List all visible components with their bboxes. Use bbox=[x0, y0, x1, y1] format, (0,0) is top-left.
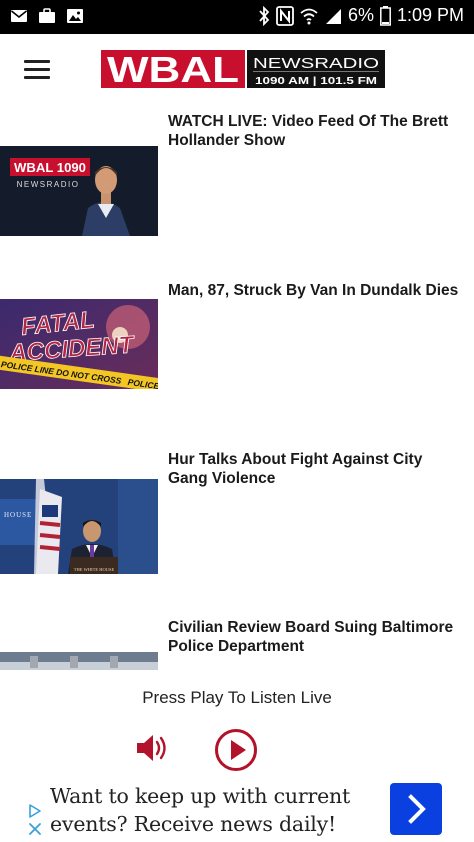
article-thumbnail[interactable]: FATAL ACCIDENT POLICE LINE DO NOT CROSS … bbox=[0, 299, 158, 389]
logo-line1: NEWSRADIO bbox=[253, 55, 379, 72]
thumb-badge: WBAL 1090 bbox=[14, 160, 86, 175]
article-headline[interactable]: Man, 87, Struck By Van In Dundalk Dies bbox=[168, 281, 464, 300]
article-item[interactable]: Hur Talks About Fight Against City Gang … bbox=[0, 444, 474, 584]
article-thumbnail[interactable]: HOUSE THE WHITE HOUSE bbox=[0, 479, 158, 574]
logo-brand: WBAL bbox=[107, 49, 239, 90]
ad-choices-icon[interactable] bbox=[28, 804, 42, 818]
wbal-newsradio-logo: WBAL NEWSRADIO 1090 AM | 101.5 FM bbox=[101, 49, 385, 90]
status-bar: 6% 1:09 PM bbox=[0, 0, 474, 34]
ad-text[interactable]: Want to keep up with current events? Rec… bbox=[50, 782, 380, 838]
live-player: Press Play To Listen Live bbox=[0, 670, 474, 778]
image-icon bbox=[67, 9, 83, 23]
play-label: Press Play To Listen Live bbox=[142, 688, 332, 707]
ad-cta-button[interactable] bbox=[390, 783, 442, 835]
wifi-icon bbox=[300, 8, 318, 24]
ad-banner[interactable]: Want to keep up with current events? Rec… bbox=[0, 778, 474, 842]
nfc-icon bbox=[276, 5, 294, 26]
ad-close-icon[interactable] bbox=[28, 822, 42, 836]
bluetooth-icon bbox=[259, 5, 270, 26]
article-headline[interactable]: Civilian Review Board Suing Baltimore Po… bbox=[168, 618, 464, 656]
news-feed: WATCH LIVE: Video Feed Of The Brett Holl… bbox=[0, 104, 474, 670]
volume-icon[interactable] bbox=[134, 730, 170, 766]
article-item[interactable]: WATCH LIVE: Video Feed Of The Brett Holl… bbox=[0, 104, 474, 254]
battery-percent: 6% bbox=[347, 5, 374, 25]
article-headline[interactable]: WATCH LIVE: Video Feed Of The Brett Holl… bbox=[168, 112, 464, 150]
signal-icon bbox=[325, 8, 341, 24]
thumb-sub: NEWSRADIO bbox=[17, 180, 80, 189]
chevron-right-icon bbox=[408, 794, 426, 824]
battery-icon bbox=[380, 5, 391, 26]
clock: 1:09 PM bbox=[396, 5, 464, 25]
mail-icon bbox=[11, 10, 27, 22]
play-icon[interactable] bbox=[214, 728, 258, 772]
article-item[interactable]: Man, 87, Struck By Van In Dundalk Dies F… bbox=[0, 274, 474, 419]
menu-icon[interactable] bbox=[24, 60, 50, 80]
thumb-sign: HOUSE bbox=[4, 511, 32, 519]
logo-line2: 1090 AM | 101.5 FM bbox=[255, 75, 377, 87]
app-header: WBAL NEWSRADIO 1090 AM | 101.5 FM bbox=[0, 34, 474, 104]
briefcase-icon bbox=[39, 8, 55, 23]
thumb-podium: THE WHITE HOUSE bbox=[74, 567, 115, 572]
article-thumbnail[interactable]: WBAL 1090 NEWSRADIO bbox=[0, 146, 158, 236]
article-thumbnail[interactable] bbox=[0, 652, 158, 670]
article-headline[interactable]: Hur Talks About Fight Against City Gang … bbox=[168, 450, 464, 488]
article-item[interactable]: Civilian Review Board Suing Baltimore Po… bbox=[0, 609, 474, 670]
